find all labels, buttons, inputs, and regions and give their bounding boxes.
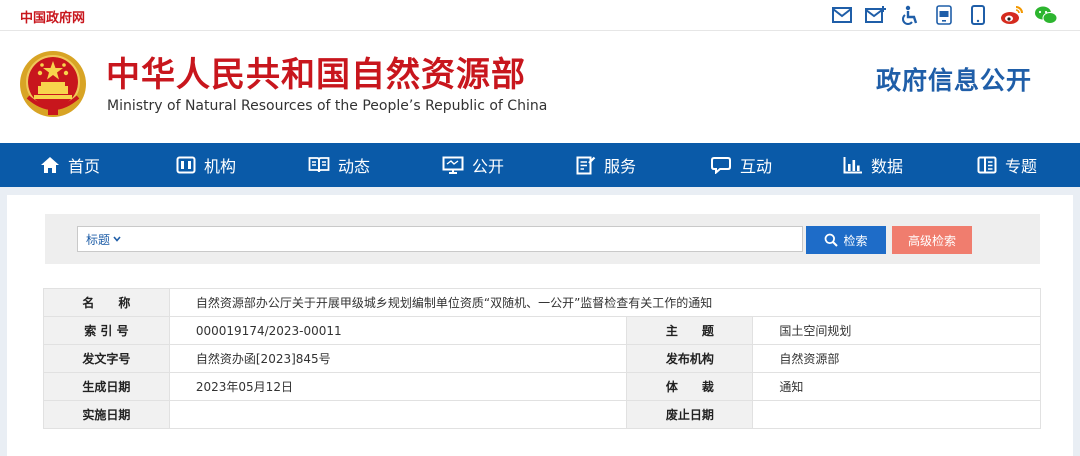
mail-icon[interactable] — [830, 4, 854, 26]
table-row: 实施日期 废止日期 — [43, 400, 1041, 429]
main-nav: 首页 机构 动态 公开 服务 互动 数据 专题 — [0, 143, 1080, 187]
mobile-icon[interactable] — [966, 4, 990, 26]
nav-label: 动态 — [338, 157, 371, 176]
nav-news[interactable]: 动态 — [308, 143, 370, 187]
gov-portal-link[interactable]: 中国政府网 — [20, 7, 85, 26]
search-field-selector-label: 标题 — [86, 232, 111, 247]
effective-date-label: 实施日期 — [43, 400, 170, 429]
nav-label: 服务 — [604, 157, 637, 176]
expiry-date-label: 废止日期 — [626, 400, 754, 429]
index-value: 000019174/2023-00011 — [168, 316, 628, 345]
topbar-icons — [830, 4, 1058, 26]
nav-disclosure[interactable]: 公开 — [442, 143, 504, 187]
nav-label: 首页 — [68, 157, 101, 176]
nav-label: 互动 — [740, 157, 773, 176]
chat-icon — [711, 157, 731, 174]
wechat-icon[interactable] — [1034, 4, 1058, 26]
ministry-title-cn: 中华人民共和国自然资源部 — [106, 55, 526, 95]
genre-value: 通知 — [752, 372, 1041, 401]
chevron-down-icon — [113, 236, 121, 242]
book-icon — [308, 157, 330, 173]
content-panel: 标题 检索 高级检索 名 称 自然资源部办公厅关于开展甲级城乡规划编制单位资质“… — [7, 195, 1073, 456]
document-info-table: 名 称 自然资源部办公厅关于开展甲级城乡规划编制单位资质“双随机、一公开”监督检… — [43, 288, 1042, 429]
nav-interaction[interactable]: 互动 — [710, 143, 772, 187]
advanced-search-label: 高级检索 — [907, 233, 956, 248]
booklet-icon — [977, 156, 997, 174]
doc-number-value: 自然资办函[2023]845号 — [168, 344, 628, 373]
document-edit-icon — [576, 156, 596, 175]
top-utility-bar: 中国政府网 — [0, 0, 1080, 31]
advanced-search-button[interactable]: 高级检索 — [892, 226, 972, 254]
topic-value: 国土空间规划 — [752, 316, 1041, 345]
name-value: 自然资源部办公厅关于开展甲级城乡规划编制单位资质“双随机、一公开”监督检查有关工… — [168, 288, 1042, 317]
national-emblem-logo[interactable] — [18, 49, 88, 119]
nav-home[interactable]: 首页 — [40, 143, 100, 187]
index-label: 索 引 号 — [43, 316, 170, 345]
nav-data[interactable]: 数据 — [843, 143, 903, 187]
table-row: 索 引 号 000019174/2023-00011 主 题 国土空间规划 — [43, 316, 1041, 345]
search-button[interactable]: 检索 — [806, 226, 886, 254]
nav-label: 机构 — [204, 157, 237, 176]
mail-plus-icon[interactable] — [864, 4, 888, 26]
nav-topics[interactable]: 专题 — [977, 143, 1037, 187]
date-label: 生成日期 — [43, 372, 170, 401]
table-row: 名 称 自然资源部办公厅关于开展甲级城乡规划编制单位资质“双随机、一公开”监督检… — [43, 288, 1042, 317]
search-field-box: 标题 — [77, 226, 803, 252]
search-input[interactable] — [129, 227, 802, 251]
search-icon — [825, 233, 839, 247]
expiry-date-value — [752, 400, 1041, 429]
doc-number-label: 发文字号 — [43, 344, 170, 373]
table-row: 发文字号 自然资办函[2023]845号 发布机构 自然资源部 — [43, 344, 1041, 373]
nav-label: 公开 — [472, 157, 505, 176]
name-label: 名 称 — [43, 288, 170, 317]
issuer-value: 自然资源部 — [752, 344, 1041, 373]
search-button-label: 检索 — [843, 233, 868, 248]
date-value: 2023年05月12日 — [168, 372, 628, 401]
org-icon — [176, 156, 196, 174]
genre-label: 体 裁 — [626, 372, 754, 401]
table-row: 生成日期 2023年05月12日 体 裁 通知 — [43, 372, 1041, 401]
nav-label: 数据 — [871, 157, 904, 176]
nav-service[interactable]: 服务 — [576, 143, 636, 187]
search-field-selector[interactable]: 标题 — [78, 227, 129, 251]
ministry-title-en: Ministry of Natural Resources of the Peo… — [107, 98, 548, 114]
issuer-label: 发布机构 — [626, 344, 754, 373]
nav-label: 专题 — [1005, 157, 1038, 176]
effective-date-value — [168, 400, 628, 429]
topic-label: 主 题 — [626, 316, 754, 345]
app-icon[interactable] — [932, 4, 956, 26]
site-header: 中华人民共和国自然资源部 Ministry of Natural Resourc… — [0, 31, 1080, 143]
search-bar: 标题 检索 高级检索 — [45, 214, 1040, 264]
disclosure-title: 政府信息公开 — [875, 66, 1032, 95]
nav-org[interactable]: 机构 — [176, 143, 236, 187]
monitor-icon — [442, 156, 464, 174]
weibo-icon[interactable] — [1000, 4, 1024, 26]
bar-chart-icon — [843, 157, 862, 174]
accessibility-icon[interactable] — [898, 4, 922, 26]
home-icon — [41, 157, 59, 173]
